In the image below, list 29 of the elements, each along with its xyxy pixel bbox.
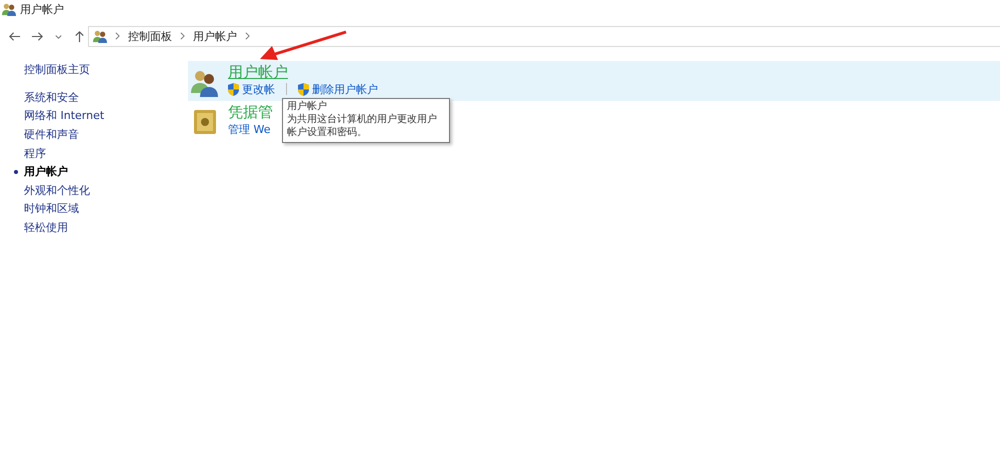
task-link[interactable]: 更改帐 [242, 82, 275, 96]
users-icon [2, 2, 16, 16]
up-icon[interactable] [73, 30, 86, 42]
sidebar-item[interactable]: 外观和个性化 [24, 182, 90, 198]
bullet-icon [14, 170, 18, 174]
shield-icon [228, 82, 239, 96]
users-icon [93, 29, 107, 43]
forward-icon[interactable] [31, 30, 44, 42]
sidebar-item[interactable]: 时钟和区域 [24, 201, 79, 216]
address-bar[interactable]: 控制面板 用户帐户 [88, 26, 1000, 46]
breadcrumb[interactable]: 控制面板 [128, 28, 172, 44]
task-link[interactable]: 管理 We [228, 122, 270, 136]
sidebar-item[interactable]: 程序 [24, 146, 46, 161]
task-link[interactable]: 删除用户帐户 [312, 82, 378, 96]
back-icon[interactable] [8, 30, 21, 42]
shield-icon [298, 82, 309, 96]
sidebar-item[interactable]: 系统和安全 [24, 90, 79, 105]
tooltip-title: 用户帐户 [287, 100, 328, 113]
tooltip-text: 为共用这台计算机的用户更改用户帐户设置和密码。 [287, 113, 438, 139]
chevron-right-icon [245, 32, 250, 40]
sidebar-link[interactable]: 控制面板主页 [24, 61, 178, 79]
window-title: 用户帐户 [20, 2, 64, 16]
chevron-right-icon [180, 32, 185, 40]
chevron-right-icon [115, 32, 120, 40]
sidebar-item[interactable]: 用户帐户 [24, 164, 68, 180]
sidebar-item[interactable]: 网络和 Internet [24, 108, 104, 124]
sidebar-item[interactable]: 轻松使用 [24, 220, 68, 235]
sidebar-item[interactable]: 硬件和声音 [24, 126, 79, 142]
breadcrumb[interactable]: 用户帐户 [193, 28, 237, 44]
